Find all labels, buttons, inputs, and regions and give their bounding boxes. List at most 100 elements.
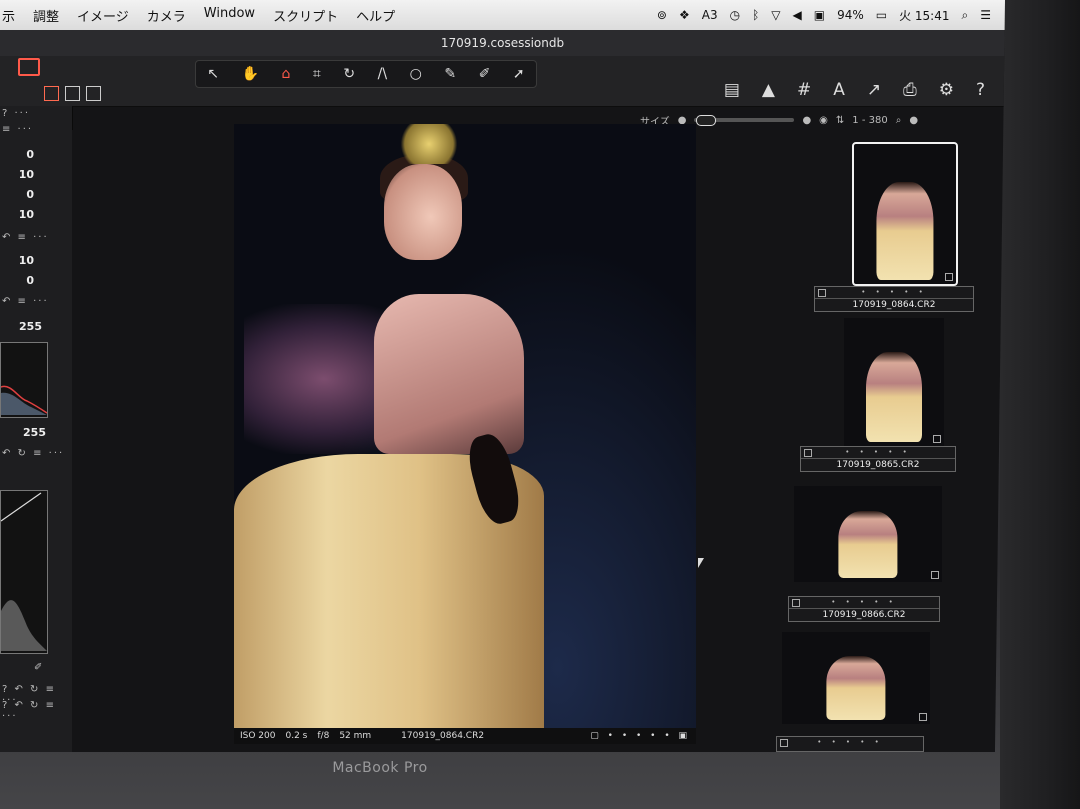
- panel-footer-icons-2[interactable]: ? ↶ ↻ ≡ ···: [2, 700, 72, 722]
- select-tool-icon[interactable]: ↖: [207, 66, 219, 82]
- macbook-label: MacBook Pro: [332, 760, 428, 776]
- time-machine-icon[interactable]: ◷: [730, 8, 740, 22]
- brush-tool-icon[interactable]: ✎: [444, 66, 456, 82]
- caption-0867[interactable]: • • • • •: [776, 736, 924, 752]
- menu-window[interactable]: Window: [204, 6, 255, 25]
- viewer-photo[interactable]: [234, 124, 696, 728]
- user-icon[interactable]: ●: [909, 115, 918, 126]
- caption-rating[interactable]: • • • • •: [777, 737, 923, 748]
- exposure-warning-icon[interactable]: ▲: [762, 80, 775, 100]
- cursor-tools: ↖ ✋ ⌂ ⌗ ↻ /\ ○ ✎ ✐ ➚: [195, 60, 537, 88]
- layout-icon[interactable]: ▤: [724, 80, 740, 100]
- menu-list: 示 調整 イメージ カメラ Window スクリプト ヘルプ: [0, 6, 395, 25]
- grid-overlay-icon[interactable]: #: [797, 80, 811, 100]
- thumbnail-0866[interactable]: [794, 486, 942, 582]
- settings-gear-icon[interactable]: ⚙: [939, 80, 954, 100]
- search-icon[interactable]: ⌕: [896, 115, 902, 126]
- text-overlay-icon[interactable]: A: [833, 80, 845, 100]
- adobe-icon[interactable]: A3: [702, 8, 718, 22]
- annotate-tool-icon[interactable]: ➚: [513, 66, 525, 82]
- info-rating[interactable]: ▢ • • • • • ▣: [590, 731, 690, 741]
- menu-help[interactable]: ヘルプ: [356, 6, 395, 25]
- caption-select-box[interactable]: [792, 599, 800, 607]
- menu-script[interactable]: スクリプト: [273, 6, 338, 25]
- creative-cloud-icon[interactable]: ⊚: [657, 8, 667, 22]
- help-icon[interactable]: ?: [976, 80, 985, 100]
- thumbnail-figure: [838, 510, 898, 578]
- panel-menu-icons[interactable]: ≡ ···: [2, 124, 33, 135]
- menu-image[interactable]: イメージ: [77, 6, 129, 25]
- laptop-screen: 示 調整 イメージ カメラ Window スクリプト ヘルプ ⊚ ❖ A3 ◷ …: [0, 0, 1005, 752]
- caption-0865[interactable]: • • • • • 170919_0865.CR2: [800, 446, 956, 472]
- sort-icon[interactable]: ⇅: [836, 115, 844, 126]
- info-iso: ISO 200: [240, 731, 276, 741]
- levels-header-icons[interactable]: ↶ ≡ ···: [2, 296, 49, 307]
- caption-rating[interactable]: • • • • •: [801, 447, 955, 458]
- caption-select-box[interactable]: [804, 449, 812, 457]
- thumbnail-checkbox[interactable]: [931, 571, 939, 579]
- caption-select-box[interactable]: [818, 289, 826, 297]
- bluetooth-icon[interactable]: ᛒ: [752, 8, 759, 22]
- viewer-mode-icon[interactable]: [86, 86, 101, 101]
- mask-tool-icon[interactable]: ○: [410, 66, 422, 82]
- single-view-icon[interactable]: [65, 86, 80, 101]
- caption-filename: 170919_0865.CR2: [801, 458, 955, 471]
- volume-icon[interactable]: ◀: [793, 8, 802, 22]
- view-mode-group: [44, 86, 101, 101]
- spotlight-icon[interactable]: ⌕: [962, 8, 969, 23]
- menu-view[interactable]: 示: [2, 6, 15, 25]
- print-icon[interactable]: ⎙: [903, 80, 917, 100]
- value-a-4: 10: [18, 208, 34, 221]
- levels-histogram[interactable]: [0, 342, 48, 418]
- wifi-icon[interactable]: ▽: [771, 8, 780, 22]
- picker-tool-icon[interactable]: ✐: [479, 66, 491, 82]
- caption-filename: 170919_0866.CR2: [789, 608, 939, 621]
- thumbnail-checkbox[interactable]: [933, 435, 941, 443]
- caption-rating[interactable]: • • • • •: [815, 287, 973, 298]
- macos-menubar: 示 調整 イメージ カメラ Window スクリプト ヘルプ ⊚ ❖ A3 ◷ …: [0, 0, 1005, 30]
- panel-reset-icons[interactable]: ↶ ≡ ···: [2, 232, 49, 243]
- thumbnail-checkbox[interactable]: [919, 713, 927, 721]
- dropbox-icon[interactable]: ❖: [679, 8, 690, 22]
- image-viewer[interactable]: ISO 200 0.2 s f/8 52 mm 170919_0864.CR2 …: [72, 124, 797, 752]
- menubar-status: ⊚ ❖ A3 ◷ ᛒ ▽ ◀ ▣ 94% ▭ 火 15:41 ⌕ ☰: [657, 7, 1005, 24]
- menu-camera[interactable]: カメラ: [147, 6, 186, 25]
- caption-select-box[interactable]: [780, 739, 788, 747]
- display-icon[interactable]: ▣: [814, 8, 825, 22]
- bezel-shadow: [1000, 0, 1080, 809]
- notification-center-icon[interactable]: ☰: [980, 8, 991, 22]
- curve-graph: [0, 492, 47, 651]
- battery-icon[interactable]: ▭: [876, 8, 887, 22]
- photo-crown: [394, 124, 464, 164]
- thumbnail-0867[interactable]: [782, 632, 930, 724]
- levels-histogram-graph: [0, 385, 48, 415]
- levels-bottom-value: 255: [23, 426, 46, 439]
- window-title: 170919.cosessiondb: [440, 36, 565, 50]
- caption-0866[interactable]: • • • • • 170919_0866.CR2: [788, 596, 940, 622]
- menubar-clock[interactable]: 火 15:41: [899, 7, 949, 24]
- hand-tool-icon[interactable]: ✋: [242, 66, 259, 82]
- thumbnail-0865[interactable]: [844, 318, 944, 446]
- menu-adjust[interactable]: 調整: [33, 6, 59, 25]
- copy-apply-icon[interactable]: ↗: [867, 80, 881, 100]
- slider-handle[interactable]: [696, 115, 717, 126]
- thumbnail-checkbox[interactable]: [945, 273, 953, 281]
- thumbnail-0864[interactable]: [852, 142, 958, 286]
- panel-header-icons[interactable]: ? ···: [2, 108, 30, 119]
- session-stack-icon[interactable]: [18, 58, 40, 76]
- info-aperture: f/8: [317, 731, 330, 741]
- thumbnail-size-slider[interactable]: [694, 115, 795, 126]
- curve-header-icons[interactable]: ↶ ↻ ≡ ···: [2, 448, 64, 459]
- eyedropper-icon[interactable]: ✐: [34, 662, 44, 673]
- eye-icon[interactable]: ◉: [819, 115, 828, 126]
- keystone-tool-icon[interactable]: /\: [378, 66, 387, 82]
- battery-percent: 94%: [837, 8, 864, 22]
- rotate-tool-icon[interactable]: ↻: [343, 66, 355, 82]
- curve-editor[interactable]: [0, 490, 48, 654]
- crop-tool-icon[interactable]: ⌗: [313, 66, 321, 82]
- caption-rating[interactable]: • • • • •: [789, 597, 939, 608]
- grid-view-icon[interactable]: [44, 86, 59, 101]
- loupe-tool-icon[interactable]: ⌂: [282, 66, 291, 82]
- caption-0864[interactable]: • • • • • 170919_0864.CR2: [814, 286, 974, 312]
- mouse-pointer-icon: [698, 558, 704, 568]
